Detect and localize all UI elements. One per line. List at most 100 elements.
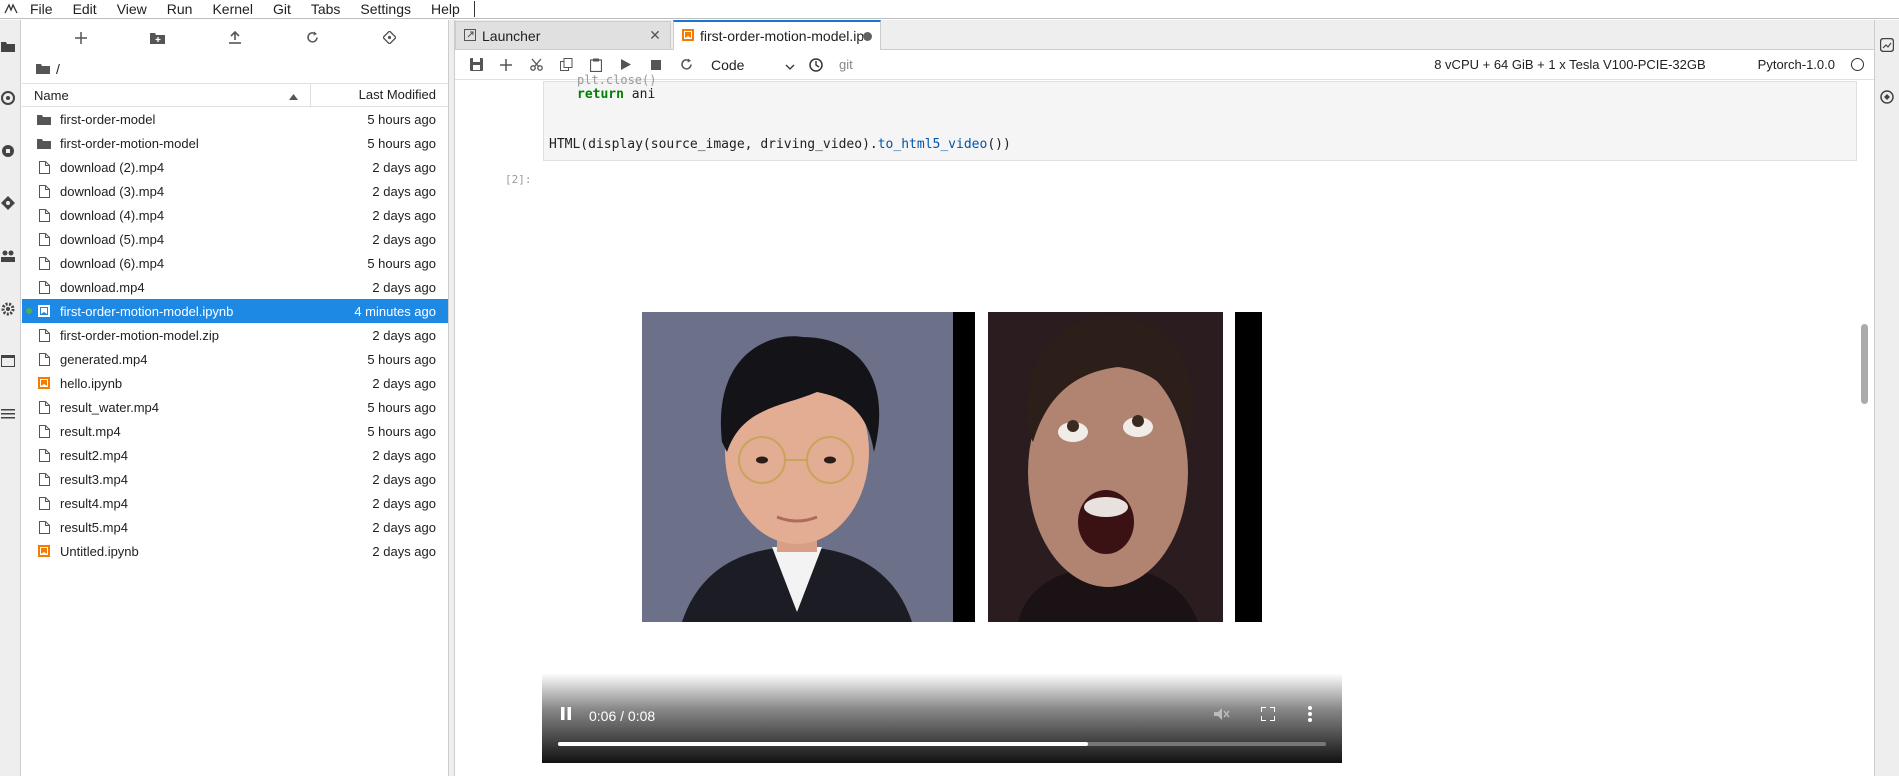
menu-separator	[473, 1, 475, 17]
refresh-button[interactable]	[301, 27, 323, 49]
frame-divider	[953, 312, 975, 622]
file-row[interactable]: result4.mp4 2 days ago	[22, 491, 448, 515]
file-name: result3.mp4	[60, 471, 128, 487]
git-icon[interactable]	[0, 195, 16, 211]
code-cell-input[interactable]: plt.close() return ani HTML(display(sour…	[543, 73, 1857, 161]
fullscreen-icon[interactable]	[1260, 706, 1276, 724]
keyword-return: return	[577, 87, 624, 102]
file-row[interactable]: generated.mp4 5 hours ago	[22, 347, 448, 371]
insert-cell-button[interactable]	[491, 53, 521, 77]
tab-notebook[interactable]: first-order-motion-model.ipynb	[673, 20, 881, 50]
cut-button[interactable]	[521, 53, 551, 77]
menu-help[interactable]: Help	[421, 0, 470, 18]
folder-icon	[36, 111, 52, 127]
cell-type-value: Code	[711, 56, 745, 73]
breadcrumb-path[interactable]: /	[56, 61, 60, 77]
panel-splitter[interactable]	[448, 20, 455, 776]
file-row[interactable]: result3.mp4 2 days ago	[22, 467, 448, 491]
folder-icon[interactable]	[0, 38, 16, 54]
tab-notebook-label: first-order-motion-model.ipynb	[700, 28, 863, 44]
video-time: 0:06 / 0:08	[589, 708, 656, 724]
resource-usage: 8 vCPU + 64 GiB + 1 x Tesla V100-PCIE-32…	[1434, 57, 1706, 72]
notebook-icon	[36, 303, 52, 319]
folder-icon[interactable]	[36, 61, 50, 77]
menu-git[interactable]: Git	[263, 0, 301, 18]
kernel-name[interactable]: Pytorch-1.0.0	[1758, 57, 1835, 72]
pause-icon[interactable]	[560, 707, 572, 723]
file-row[interactable]: download (6).mp4 5 hours ago	[22, 251, 448, 275]
column-name-label: Name	[34, 87, 69, 103]
video-progress-fill	[558, 742, 1088, 746]
file-list-header: Name Last Modified	[22, 83, 448, 107]
file-modified: 2 days ago	[372, 543, 436, 559]
menu-tabs[interactable]: Tabs	[301, 0, 351, 18]
file-row[interactable]: result_water.mp4 5 hours ago	[22, 395, 448, 419]
stop-icon[interactable]	[0, 143, 16, 159]
cell-type-dropdown[interactable]: Code	[711, 57, 801, 73]
file-name: Untitled.ipynb	[60, 543, 139, 559]
column-header-last-modified[interactable]: Last Modified	[311, 84, 448, 106]
file-modified: 2 days ago	[372, 495, 436, 511]
file-row[interactable]: download (4).mp4 2 days ago	[22, 203, 448, 227]
file-name: first-order-motion-model.zip	[60, 327, 219, 343]
new-folder-button[interactable]	[147, 27, 169, 49]
file-row[interactable]: download (5).mp4 2 days ago	[22, 227, 448, 251]
column-header-name[interactable]: Name	[22, 84, 311, 106]
unsaved-dot-icon[interactable]	[863, 31, 872, 41]
gear-icon[interactable]	[0, 301, 16, 317]
menu-view[interactable]: View	[107, 0, 157, 18]
toc-icon[interactable]	[0, 406, 16, 422]
file-row[interactable]: first-order-model 5 hours ago	[22, 107, 448, 131]
file-row[interactable]: first-order-motion-model.ipynb 4 minutes …	[22, 299, 448, 323]
more-options-icon[interactable]	[1308, 706, 1312, 725]
file-name: first-order-motion-model.ipynb	[60, 303, 234, 319]
file-row[interactable]: Untitled.ipynb 2 days ago	[22, 539, 448, 563]
file-row[interactable]: first-order-motion-model.zip 2 days ago	[22, 323, 448, 347]
right-sidebar	[1874, 20, 1899, 776]
git-clone-button[interactable]	[378, 27, 400, 49]
source-image	[642, 312, 953, 622]
running-indicator-icon	[26, 308, 32, 314]
running-icon[interactable]	[0, 90, 16, 106]
left-activity-bar	[0, 20, 21, 776]
menu-file[interactable]: File	[22, 0, 63, 18]
tabs-icon[interactable]	[0, 353, 16, 369]
menu-kernel[interactable]: Kernel	[202, 0, 262, 18]
upload-button[interactable]	[224, 27, 246, 49]
file-icon	[36, 471, 52, 487]
frame-divider	[1235, 312, 1262, 622]
file-name: result5.mp4	[60, 519, 128, 535]
file-icon	[36, 495, 52, 511]
extensions-icon[interactable]	[1880, 90, 1894, 107]
file-modified: 5 hours ago	[367, 111, 436, 127]
menu-bar: File Edit View Run Kernel Git Tabs Setti…	[0, 0, 1899, 19]
sort-ascending-icon	[289, 88, 298, 103]
code-text: ())	[987, 137, 1011, 152]
file-row[interactable]: download (3).mp4 2 days ago	[22, 179, 448, 203]
file-row[interactable]: result2.mp4 2 days ago	[22, 443, 448, 467]
file-row[interactable]: download (2).mp4 2 days ago	[22, 155, 448, 179]
file-row[interactable]: result.mp4 5 hours ago	[22, 419, 448, 443]
video-progress-bar[interactable]	[558, 742, 1326, 746]
file-name: download (6).mp4	[60, 255, 165, 271]
close-icon[interactable]: ✕	[648, 27, 662, 43]
git-label[interactable]: git	[839, 57, 853, 72]
file-row[interactable]: first-order-motion-model 5 hours ago	[22, 131, 448, 155]
code-line-return: return ani	[577, 87, 655, 102]
clock-icon[interactable]	[801, 53, 831, 77]
video-player[interactable]: 0:06 / 0:08	[542, 673, 1342, 763]
restart-button[interactable]	[671, 53, 701, 77]
save-button[interactable]	[461, 53, 491, 77]
file-row[interactable]: hello.ipynb 2 days ago	[22, 371, 448, 395]
file-row[interactable]: download.mp4 2 days ago	[22, 275, 448, 299]
scrollbar-thumb[interactable]	[1861, 324, 1868, 404]
menu-run[interactable]: Run	[157, 0, 203, 18]
tab-launcher[interactable]: Launcher ✕	[455, 21, 671, 49]
mute-icon[interactable]	[1214, 707, 1230, 724]
menu-settings[interactable]: Settings	[350, 0, 421, 18]
menu-edit[interactable]: Edit	[63, 0, 107, 18]
property-inspector-icon[interactable]	[1879, 37, 1895, 55]
users-icon[interactable]	[0, 248, 16, 264]
file-row[interactable]: result5.mp4 2 days ago	[22, 515, 448, 539]
new-launcher-button[interactable]	[70, 27, 92, 49]
